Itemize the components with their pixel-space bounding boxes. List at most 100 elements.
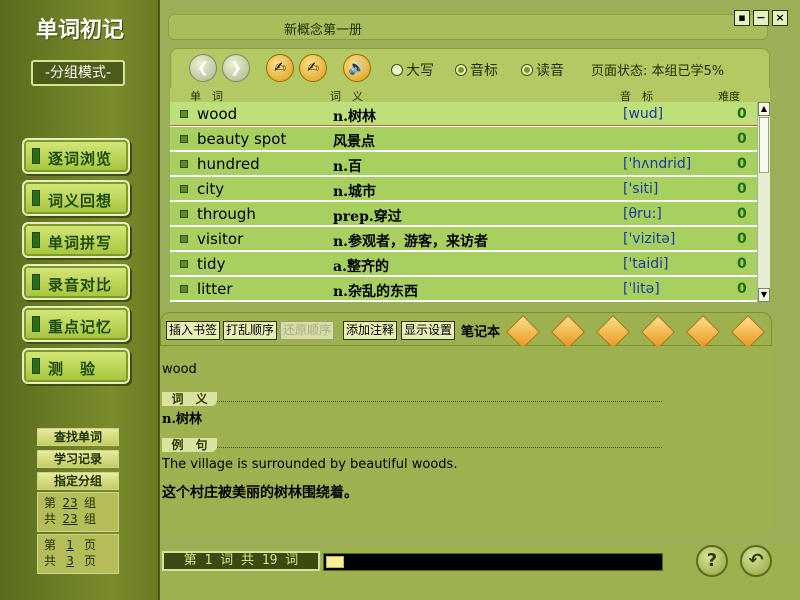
radio-dot-icon — [521, 64, 533, 76]
back-icon[interactable]: ↶ — [740, 545, 772, 577]
example-sentence-cn: 这个村庄被美丽的树林围绕着。 — [162, 485, 358, 501]
page-cur-suffix: 页 — [84, 538, 97, 552]
insert-bookmark-button[interactable]: 插入书签 — [166, 321, 221, 340]
row-bullet-icon — [180, 160, 188, 168]
row-word: tidy — [197, 255, 226, 273]
scroll-thumb[interactable] — [759, 117, 769, 173]
radio-label: 大写 — [406, 63, 434, 79]
row-phonetic: [wud] — [623, 106, 664, 122]
row-meaning: n.参观者，游客，来访者 — [333, 234, 489, 250]
notes-toolbar: 插入书签 打乱顺序 还原顺序 添加注释 显示设置 笔记本 — [160, 312, 772, 349]
speaker-icon[interactable]: 🔊 — [343, 54, 371, 82]
group-tot-suffix: 组 — [84, 512, 97, 526]
row-difficulty: 0 — [737, 181, 747, 197]
word-detail-panel: wood 词 义 n.树林 例 句 The village is surroun… — [160, 346, 772, 534]
prev-page-icon[interactable]: ❮ — [189, 54, 217, 82]
nav-test-button[interactable]: 测 验 — [22, 348, 130, 384]
nav-record-compare-button[interactable]: 录音对比 — [22, 264, 130, 300]
nav-indicator-icon — [32, 190, 40, 206]
meaning-section-header: 词 义 — [162, 388, 662, 406]
group-cur-suffix: 组 — [84, 496, 97, 510]
mark-hard-icon[interactable]: ✍ — [299, 54, 327, 82]
uppercase-radio[interactable]: 大写 — [391, 60, 434, 80]
footer: 第 1 词 共 19 词 ? ↶ — [160, 545, 800, 600]
group-mode-button[interactable]: -分组模式- — [31, 60, 125, 86]
row-meaning: prep.穿过 — [333, 209, 402, 225]
word-row[interactable]: beauty spot 风景点 0 — [170, 127, 757, 151]
title-bar: 新概念第一册 — [168, 14, 768, 40]
row-word: beauty spot — [197, 130, 287, 148]
word-list-scrollbar[interactable]: ▲ ▼ — [757, 102, 770, 302]
radio-dot-icon — [391, 64, 403, 76]
row-bullet-icon — [180, 285, 188, 293]
row-meaning: n.杂乱的东西 — [333, 284, 419, 300]
current-group-number: 23 — [62, 496, 78, 510]
word-row[interactable]: hundred n.百 ['hʌndrid] 0 — [170, 152, 757, 176]
radio-label: 读音 — [536, 63, 564, 79]
row-word: city — [197, 180, 225, 198]
study-record-button[interactable]: 学习记录 — [37, 450, 119, 468]
restore-icon[interactable]: − — [753, 10, 769, 26]
row-phonetic: ['taidi] — [623, 256, 669, 272]
word-list-header: 单 词 词 义 音 标 难度 — [170, 88, 770, 103]
example-section-header: 例 句 — [162, 434, 662, 452]
row-meaning: n.百 — [333, 159, 363, 175]
meaning-header-label: 词 义 — [162, 392, 217, 406]
phonetic-radio[interactable]: 音标 — [455, 60, 498, 80]
scroll-down-icon[interactable]: ▼ — [758, 288, 770, 302]
row-bullet-icon — [180, 110, 188, 118]
nav-meaning-recall-button[interactable]: 词义回想 — [22, 180, 130, 216]
word-row[interactable]: city n.城市 ['siti] 0 — [170, 177, 757, 201]
mark-easy-icon[interactable]: ✍ — [266, 54, 294, 82]
row-bullet-icon — [180, 135, 188, 143]
example-header-label: 例 句 — [162, 438, 217, 452]
window-controls: ▪ − × — [734, 10, 788, 26]
close-icon[interactable]: × — [772, 10, 788, 26]
nav-spelling-button[interactable]: 单词拼写 — [22, 222, 130, 258]
display-settings-button[interactable]: 显示设置 — [401, 321, 456, 340]
shuffle-order-button[interactable]: 打乱顺序 — [223, 321, 278, 340]
row-bullet-icon — [180, 235, 188, 243]
nav-indicator-icon — [32, 232, 40, 248]
row-meaning: n.城市 — [333, 184, 377, 200]
nav-key-memory-button[interactable]: 重点记忆 — [22, 306, 130, 342]
nav-label: 测 验 — [48, 360, 97, 378]
nav-browse-words-button[interactable]: 逐词浏览 — [22, 138, 130, 174]
word-row[interactable]: tidy a.整齐的 ['taidi] 0 — [170, 252, 757, 276]
notebook-slot-icon[interactable] — [506, 315, 540, 349]
add-note-button[interactable]: 添加注释 — [343, 321, 398, 340]
notebook-slot-icon[interactable] — [686, 315, 720, 349]
radio-label: 音标 — [470, 63, 498, 79]
nav-label: 录音对比 — [48, 276, 113, 294]
row-difficulty: 0 — [737, 106, 747, 122]
next-page-icon[interactable]: ❯ — [222, 54, 250, 82]
page-tot-prefix: 共 — [44, 554, 57, 568]
row-word: visitor — [197, 230, 244, 248]
notebook-slot-icon[interactable] — [731, 315, 765, 349]
notebook-slot-icon[interactable] — [596, 315, 630, 349]
row-difficulty: 0 — [737, 281, 747, 297]
minimize-icon[interactable]: ▪ — [734, 10, 750, 26]
notebook-slot-icon[interactable] — [551, 315, 585, 349]
help-icon[interactable]: ? — [696, 545, 728, 577]
word-row[interactable]: through prep.穿过 [θru:] 0 — [170, 202, 757, 226]
pronunciation-radio[interactable]: 读音 — [521, 60, 564, 80]
row-difficulty: 0 — [737, 231, 747, 247]
progress-bar — [323, 553, 663, 571]
group-info: 第 23 组 共 23 组 — [37, 492, 119, 532]
word-row[interactable]: litter n.杂乱的东西 ['litə] 0 — [170, 277, 757, 301]
app-title: 单词初记 — [35, 17, 124, 43]
nav-indicator-icon — [32, 316, 40, 332]
word-row[interactable]: wood n.树林 [wud] 0 — [170, 102, 757, 126]
restore-order-button[interactable]: 还原顺序 — [280, 321, 335, 340]
scroll-up-icon[interactable]: ▲ — [758, 102, 770, 116]
row-phonetic: [θru:] — [623, 206, 662, 222]
page-status: 页面状态: 本组已学5% — [591, 64, 725, 79]
row-word: hundred — [197, 155, 260, 173]
sidebar: 单词初记 -分组模式- 逐词浏览 词义回想 单词拼写 录音对比 重点记忆 测 验… — [0, 0, 160, 600]
main-toolbar: ❮ ❯ ✍ ✍ 🔊 大写 音标 读音 页面状态: 本组已学5% — [170, 48, 770, 90]
word-row[interactable]: visitor n.参观者，游客，来访者 ['vizitə] 0 — [170, 227, 757, 251]
find-word-button[interactable]: 查找单词 — [37, 428, 119, 446]
notebook-slot-icon[interactable] — [641, 315, 675, 349]
assign-group-button[interactable]: 指定分组 — [37, 472, 119, 490]
